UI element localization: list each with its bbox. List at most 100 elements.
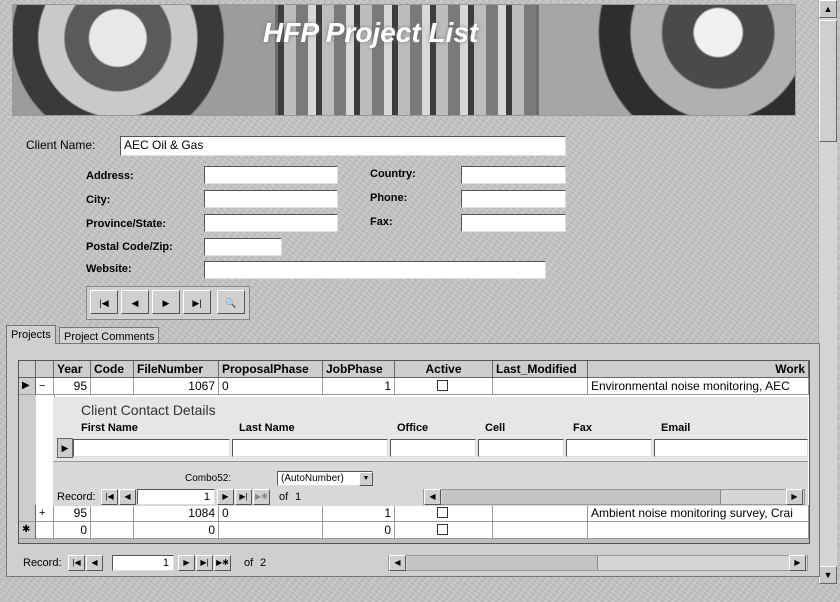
subform-first-record-icon[interactable]: |◀ <box>101 489 118 505</box>
first-record-button[interactable]: |◀ <box>90 290 118 314</box>
subform-record-number[interactable]: 1 <box>137 489 215 505</box>
country-label: Country: <box>370 168 416 180</box>
subform-record-of: of <box>279 491 289 503</box>
subform-last-record-icon[interactable]: ▶| <box>235 489 252 505</box>
contact-header-cell: Cell <box>485 422 506 434</box>
fax-field[interactable] <box>461 214 566 232</box>
scroll-right-icon[interactable]: ▶ <box>786 489 803 505</box>
subform-horizontal-scrollbar[interactable]: ◀ ▶ <box>423 489 805 505</box>
phone-label: Phone: <box>370 192 408 204</box>
contact-last-name-field[interactable] <box>232 439 388 457</box>
phone-field[interactable] <box>461 190 566 208</box>
table-cell[interactable]: 1084 <box>134 505 219 522</box>
last-record-button[interactable]: ▶| <box>183 290 211 314</box>
province-field[interactable] <box>204 214 338 232</box>
tab-projects[interactable]: Projects <box>6 325 56 344</box>
scroll-thumb[interactable] <box>442 490 721 504</box>
active-checkbox[interactable] <box>437 507 448 518</box>
next-record-button[interactable]: ▶ <box>152 290 180 314</box>
scroll-up-icon[interactable]: ▲ <box>819 0 837 18</box>
combo52-dropdown-icon[interactable]: ▼ <box>359 472 373 486</box>
table-cell[interactable] <box>493 505 588 522</box>
address-field[interactable] <box>204 166 338 184</box>
new-record-marker-icon[interactable]: ✱ <box>19 522 36 539</box>
table-cell[interactable]: Environmental noise monitoring, AEC <box>588 378 809 395</box>
subform-record-total: 1 <box>295 491 302 503</box>
subform-record-navigator: Record: |◀ ◀ 1 ▶ ▶| ▶✱ of 1 ◀ ▶ <box>57 489 807 505</box>
row-expand-icon[interactable]: + <box>36 505 54 522</box>
active-checkbox-cell <box>395 522 493 539</box>
table-cell[interactable]: 0 <box>134 522 219 539</box>
table-cell[interactable] <box>91 522 134 539</box>
column-header-proposalphase[interactable]: ProposalPhase <box>219 361 323 378</box>
client-name-field[interactable]: AEC Oil & Gas <box>120 136 566 156</box>
contact-office-field[interactable] <box>390 439 476 457</box>
record-navigation-toolbar: |◀ ◀ ▶ ▶| 🔍 <box>86 286 250 320</box>
row-selector-current[interactable]: ▶ <box>19 378 36 395</box>
column-header-filenumber[interactable]: FileNumber <box>134 361 219 378</box>
table-cell[interactable]: Ambient noise monitoring survey, Crai <box>588 505 809 522</box>
first-record-icon[interactable]: |◀ <box>68 555 85 571</box>
record-number[interactable]: 1 <box>112 555 174 571</box>
last-record-icon[interactable]: ▶| <box>196 555 213 571</box>
new-record-icon[interactable]: ▶✱ <box>214 555 231 571</box>
scroll-left-icon[interactable]: ◀ <box>424 489 441 505</box>
table-cell[interactable] <box>493 522 588 539</box>
scroll-down-icon[interactable]: ▼ <box>819 566 837 584</box>
row-collapse-icon[interactable]: − <box>36 378 54 395</box>
subform-prev-record-icon[interactable]: ◀ <box>119 489 136 505</box>
table-cell[interactable] <box>588 522 809 539</box>
country-field[interactable] <box>461 166 566 184</box>
contact-header-last-name: Last Name <box>239 422 295 434</box>
table-cell[interactable]: 0 <box>323 522 395 539</box>
table-cell[interactable]: 1 <box>323 378 395 395</box>
active-checkbox[interactable] <box>437 380 448 391</box>
column-header-last-modified[interactable]: Last_Modified <box>493 361 588 378</box>
table-cell[interactable]: 95 <box>54 378 91 395</box>
table-cell[interactable]: 1067 <box>134 378 219 395</box>
city-field[interactable] <box>204 190 338 208</box>
select-all-corner[interactable] <box>19 361 36 378</box>
table-cell[interactable]: 1 <box>323 505 395 522</box>
table-cell[interactable] <box>493 378 588 395</box>
grid-horizontal-scrollbar[interactable]: ◀ ▶ <box>388 555 808 571</box>
column-header-jobphase[interactable]: JobPhase <box>323 361 395 378</box>
scroll-left-icon[interactable]: ◀ <box>389 555 406 571</box>
scroll-right-icon[interactable]: ▶ <box>789 555 806 571</box>
subform-next-record-icon[interactable]: ▶ <box>217 489 234 505</box>
row-expander-empty <box>36 522 54 539</box>
table-cell[interactable] <box>219 522 323 539</box>
next-record-icon[interactable]: ▶ <box>178 555 195 571</box>
table-cell[interactable] <box>91 378 134 395</box>
postal-code-field[interactable] <box>204 238 282 256</box>
table-cell[interactable] <box>91 505 134 522</box>
row-selector[interactable] <box>19 505 36 522</box>
contact-email-field[interactable] <box>654 439 808 457</box>
record-of: of <box>244 557 254 569</box>
contact-cell-field[interactable] <box>478 439 564 457</box>
table-cell[interactable]: 0 <box>54 522 91 539</box>
prev-record-icon[interactable]: ◀ <box>86 555 103 571</box>
table-cell[interactable]: 0 <box>219 505 323 522</box>
subform-title: Client Contact Details <box>81 402 216 418</box>
contact-first-name-field[interactable] <box>73 439 230 457</box>
column-header-year[interactable]: Year <box>54 361 91 378</box>
contact-row-selector[interactable]: ▶ <box>57 438 73 458</box>
subform-new-record-icon[interactable]: ▶✱ <box>253 489 270 505</box>
column-header-active[interactable]: Active <box>395 361 493 378</box>
form-vertical-scrollbar[interactable]: ▲ ▼ <box>818 0 837 584</box>
expander-header <box>36 361 54 378</box>
column-header-work[interactable]: Work <box>588 361 809 378</box>
table-cell[interactable]: 95 <box>54 505 91 522</box>
column-header-code[interactable]: Code <box>91 361 134 378</box>
table-cell[interactable]: 0 <box>219 378 323 395</box>
scroll-thumb[interactable] <box>407 556 598 570</box>
contact-fax-field[interactable] <box>566 439 652 457</box>
scroll-thumb[interactable] <box>819 20 837 142</box>
binoculars-find-icon[interactable]: 🔍 <box>217 290 245 314</box>
website-field[interactable] <box>204 261 546 279</box>
previous-record-button[interactable]: ◀ <box>121 290 149 314</box>
contact-header-first-name: First Name <box>81 422 138 434</box>
active-checkbox[interactable] <box>437 524 448 535</box>
address-label: Address: <box>86 170 134 182</box>
